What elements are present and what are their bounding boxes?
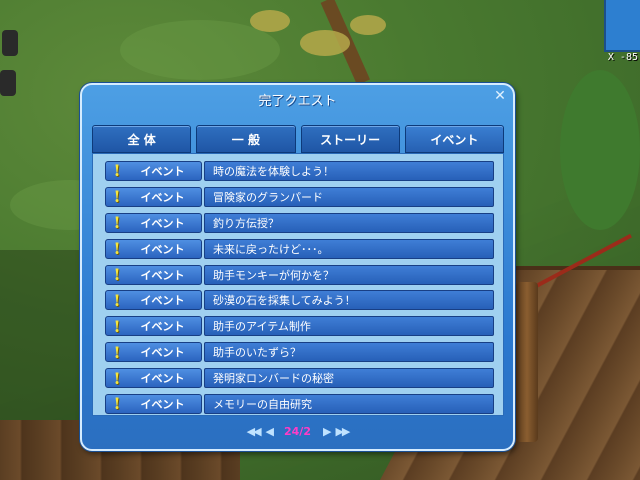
exclamation-icon: ! bbox=[113, 265, 121, 284]
tab-event[interactable]: イベント bbox=[404, 125, 504, 153]
category-badge[interactable]: ! イベント bbox=[105, 393, 202, 414]
exclamation-icon: ! bbox=[113, 213, 121, 233]
completed-quests-window: 完了クエスト ✕ 全 体 一 般 ストーリー イベント ! イベント 時の魔法を体… bbox=[80, 83, 515, 451]
tab-all[interactable]: 全 体 bbox=[92, 125, 192, 153]
category-label: イベント bbox=[140, 320, 185, 334]
category-badge[interactable]: ! イベント bbox=[105, 368, 202, 389]
coordinate-readout: X -85 bbox=[607, 52, 638, 63]
character-sprite[interactable] bbox=[2, 30, 18, 56]
list-item[interactable]: ! イベント メモリーの自由研究 bbox=[105, 391, 503, 417]
category-label: イベント bbox=[140, 294, 185, 308]
window-title: 完了クエスト bbox=[258, 94, 337, 109]
list-item[interactable]: ! イベント 砂漠の石を採集してみよう！ bbox=[105, 287, 503, 313]
quest-name[interactable]: メモリーの自由研究 bbox=[204, 393, 494, 414]
category-badge[interactable]: ! イベント bbox=[105, 238, 202, 259]
tree-leaves bbox=[250, 10, 290, 32]
list-item[interactable]: ! イベント 時の魔法を体験しよう！ bbox=[105, 158, 503, 184]
quest-name[interactable]: 砂漠の石を採集してみよう！ bbox=[204, 290, 494, 311]
exclamation-icon: ! bbox=[113, 239, 121, 259]
quest-name[interactable]: 冒険家のグランパード bbox=[204, 186, 494, 207]
minimap[interactable] bbox=[604, 0, 640, 52]
category-label: イベント bbox=[140, 242, 185, 256]
category-badge[interactable]: ! イベント bbox=[105, 264, 202, 285]
category-label: イベント bbox=[140, 268, 185, 282]
exclamation-icon: ! bbox=[113, 316, 121, 336]
category-label: イベント bbox=[140, 164, 185, 178]
arrow-right-icon[interactable]: ▶ bbox=[323, 425, 332, 438]
quest-tabs: 全 体 一 般 ストーリー イベント bbox=[92, 125, 504, 153]
quest-name[interactable]: 助手モンキーが何かを？ bbox=[204, 264, 494, 285]
tree-leaves bbox=[350, 15, 386, 35]
category-label: イベント bbox=[140, 216, 185, 230]
quest-list: ! イベント 時の魔法を体験しよう！ ! イベント 冒険家のグランパード ! イベント… bbox=[92, 153, 504, 416]
list-item[interactable]: ! イベント 未来に戻ったけど･･･。 bbox=[105, 236, 503, 262]
quest-name[interactable]: 釣り方伝授？ bbox=[204, 212, 494, 233]
category-label: イベント bbox=[140, 190, 185, 204]
double-arrow-left-icon[interactable]: ◀◀ bbox=[247, 425, 262, 438]
list-item[interactable]: ! イベント 発明家ロンバードの秘密 bbox=[105, 365, 503, 391]
category-badge[interactable]: ! イベント bbox=[105, 186, 202, 207]
category-badge[interactable]: ! イベント bbox=[105, 290, 202, 311]
category-badge[interactable]: ! イベント bbox=[105, 316, 202, 337]
exclamation-icon: ! bbox=[113, 161, 121, 181]
close-icon[interactable]: ✕ bbox=[493, 89, 507, 103]
exclamation-icon: ! bbox=[113, 394, 121, 414]
quest-name[interactable]: 発明家ロンバードの秘密 bbox=[204, 368, 494, 389]
double-arrow-right-icon[interactable]: ▶▶ bbox=[335, 425, 350, 438]
list-item[interactable]: ! イベント 助手のいたずら？ bbox=[105, 339, 503, 365]
category-label: イベント bbox=[140, 397, 185, 411]
tree-leaves bbox=[300, 30, 350, 56]
pagination: ◀◀ ◀ 24/2 ▶ ▶▶ bbox=[82, 422, 513, 440]
ground-shadow bbox=[0, 250, 90, 430]
page-indicator: 24/2 bbox=[284, 424, 311, 438]
exclamation-icon: ! bbox=[113, 342, 121, 362]
quest-name[interactable]: 助手のアイテム制作 bbox=[204, 316, 494, 337]
quest-name[interactable]: 未来に戻ったけど･･･。 bbox=[204, 238, 494, 259]
category-label: イベント bbox=[140, 346, 185, 360]
exclamation-icon: ! bbox=[113, 187, 121, 207]
category-label: イベント bbox=[140, 372, 185, 386]
list-item[interactable]: ! イベント 釣り方伝授？ bbox=[105, 210, 503, 236]
tab-story[interactable]: ストーリー bbox=[300, 125, 400, 153]
list-item[interactable]: ! イベント 冒険家のグランパード bbox=[105, 184, 503, 210]
quest-name[interactable]: 時の魔法を体験しよう！ bbox=[204, 160, 494, 181]
arrow-left-icon[interactable]: ◀ bbox=[266, 425, 275, 438]
quest-name[interactable]: 助手のいたずら？ bbox=[204, 342, 494, 363]
bush bbox=[560, 70, 640, 230]
exclamation-icon: ! bbox=[113, 290, 121, 310]
exclamation-icon: ! bbox=[113, 368, 121, 388]
character-sprite[interactable] bbox=[0, 70, 16, 96]
category-badge[interactable]: ! イベント bbox=[105, 342, 202, 363]
tab-general[interactable]: 一 般 bbox=[196, 125, 296, 153]
list-item[interactable]: ! イベント 助手のアイテム制作 bbox=[105, 313, 503, 339]
category-badge[interactable]: ! イベント bbox=[105, 160, 202, 181]
list-item[interactable]: ! イベント 助手モンキーが何かを？ bbox=[105, 262, 503, 288]
wooden-post bbox=[516, 282, 538, 442]
category-badge[interactable]: ! イベント bbox=[105, 212, 202, 233]
